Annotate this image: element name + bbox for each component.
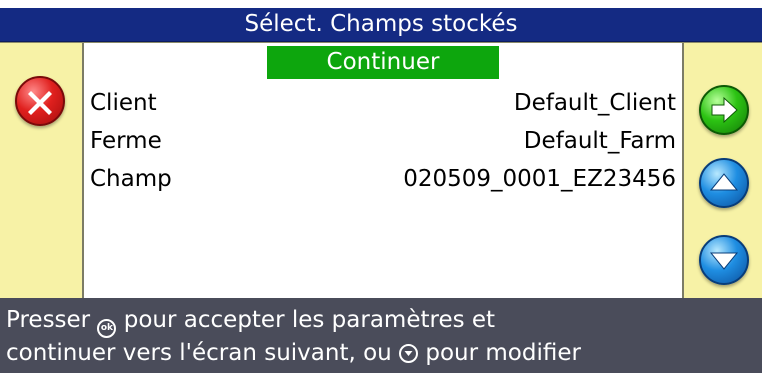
help-text-part: Presser	[6, 307, 98, 333]
help-line-1: Presser ok pour accepter les paramètres …	[6, 305, 762, 338]
field-value: 020509_0001_EZ23456	[403, 166, 676, 192]
cancel-button[interactable]	[15, 76, 65, 126]
scroll-down-button[interactable]	[699, 235, 749, 285]
help-text: Presser ok pour accepter les paramètres …	[0, 298, 762, 373]
dialog-panel: Continuer Client Default_Client Ferme De…	[0, 42, 762, 299]
help-text-part: pour accepter les paramètres et	[116, 307, 496, 333]
help-line-2: continuer vers l'écran suivant, ou pour …	[6, 338, 762, 368]
field-label: Client	[90, 90, 157, 116]
top-strip	[0, 0, 762, 8]
field-label: Champ	[90, 166, 172, 192]
field-row-farm[interactable]: Ferme Default_Farm	[90, 124, 676, 158]
field-value: Default_Client	[513, 90, 676, 116]
field-row-field[interactable]: Champ 020509_0001_EZ23456	[90, 162, 676, 196]
field-value: Default_Farm	[523, 128, 676, 154]
field-list: Continuer Client Default_Client Ferme De…	[84, 43, 682, 298]
close-icon	[28, 91, 52, 115]
help-text-part: pour modifier	[418, 340, 581, 366]
arrow-right-icon	[711, 96, 738, 124]
down-key-icon	[399, 344, 419, 363]
field-row-client[interactable]: Client Default_Client	[90, 86, 676, 120]
arrow-down-icon	[709, 252, 739, 270]
continue-button[interactable]: Continuer	[267, 46, 499, 79]
arrow-up-icon	[709, 173, 739, 191]
left-button-column	[0, 43, 84, 298]
dialog-title: Sélect. Champs stockés	[0, 8, 762, 42]
scroll-up-button[interactable]	[699, 158, 749, 208]
next-button[interactable]	[699, 85, 749, 135]
help-text-part: continuer vers l'écran suivant, ou	[6, 340, 400, 366]
ok-key-icon: ok	[97, 319, 117, 338]
field-label: Ferme	[90, 128, 162, 154]
right-button-column	[682, 43, 762, 298]
